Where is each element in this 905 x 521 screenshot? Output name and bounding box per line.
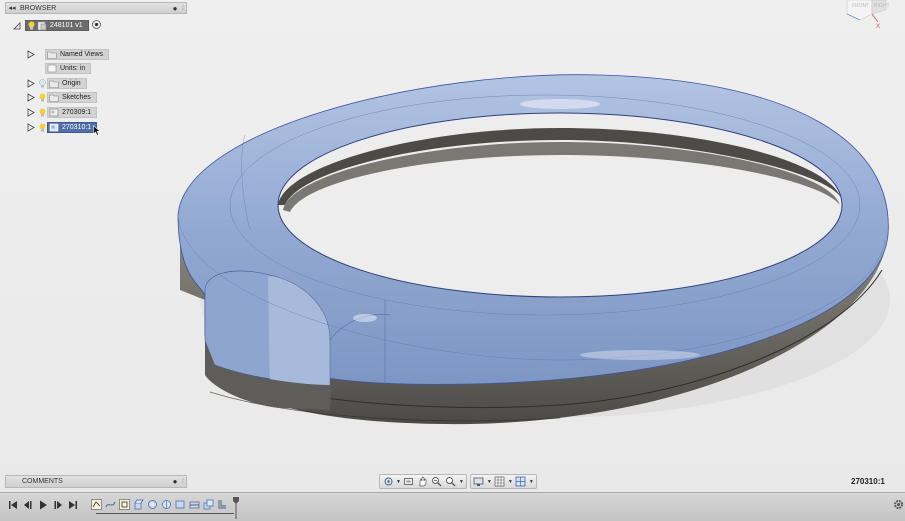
collapsed-triangle-icon[interactable]: [27, 108, 35, 118]
ring-hole: [278, 113, 842, 297]
viewcube-right-label: RIGHT: [874, 3, 890, 9]
sweep-icon[interactable]: [147, 499, 158, 510]
skip-to-end-icon[interactable]: [67, 499, 79, 511]
play-icon[interactable]: [37, 499, 49, 511]
display-dropdown-icon[interactable]: ▼: [487, 479, 492, 485]
units-label: Units: in: [60, 65, 86, 72]
named-views-chip[interactable]: Named Views: [45, 49, 110, 60]
grid-settings-icon[interactable]: [494, 476, 506, 488]
panel-options-icon[interactable]: ●: [170, 4, 180, 13]
sketches-label: Sketches: [62, 94, 91, 101]
comments-title: COMMENTS: [22, 478, 63, 485]
nav-group-view: ▼ ▼: [379, 474, 467, 489]
collapsed-triangle-icon[interactable]: [27, 123, 35, 133]
origin-chip[interactable]: Origin: [47, 78, 87, 89]
tree-item-body-270310[interactable]: 270310:1: [27, 122, 101, 136]
sketch-icon[interactable]: [119, 499, 130, 510]
folder-icon: [48, 78, 60, 89]
collapsed-triangle-icon[interactable]: [27, 50, 35, 60]
root-component-chip[interactable]: 248101 v1: [25, 20, 89, 31]
fit-point-spline-icon[interactable]: [105, 499, 116, 510]
document-icon: [46, 63, 58, 74]
tree-root[interactable]: 248101 v1: [13, 20, 102, 31]
body-270309-label: 270309:1: [62, 109, 92, 116]
collapsed-triangle-icon[interactable]: [27, 79, 35, 89]
look-at-icon[interactable]: [403, 476, 415, 488]
timeline-bar: [0, 492, 905, 521]
viewports-icon[interactable]: [515, 476, 527, 488]
orbit-icon[interactable]: [382, 476, 394, 488]
units-chip[interactable]: Units: in: [45, 63, 92, 74]
comments-header[interactable]: COMMENTS ● ⁞: [5, 475, 187, 488]
zoom-icon[interactable]: [431, 476, 443, 488]
revolve-icon[interactable]: [161, 499, 172, 510]
extrude-icon[interactable]: [133, 499, 144, 510]
ring-model[interactable]: [0, 0, 905, 492]
zoom-dropdown-icon[interactable]: ▼: [459, 479, 464, 485]
visibility-bulb-icon[interactable]: [37, 122, 47, 133]
nav-group-display: ▼ ▼ ▼: [469, 474, 537, 489]
navigation-toolbar: ▼ ▼ ▼ ▼ ▼: [379, 474, 537, 489]
selected-body-name: 270310:1: [851, 477, 885, 486]
origin-label: Origin: [62, 80, 81, 87]
expanded-triangle-icon[interactable]: [13, 21, 21, 31]
browser-title: BROWSER: [20, 4, 57, 12]
activate-radio-icon[interactable]: [91, 19, 102, 32]
tree-item-named-views[interactable]: Named Views: [27, 49, 110, 60]
pan-icon[interactable]: [417, 476, 429, 488]
component-icon: [48, 107, 60, 118]
comments-panel: COMMENTS ● ⁞: [5, 475, 187, 488]
viewcube[interactable]: FRONT RIGHT X: [842, 0, 892, 32]
orbit-dropdown-icon[interactable]: ▼: [396, 479, 401, 485]
folder-icon: [48, 92, 60, 103]
visibility-bulb-icon[interactable]: [26, 20, 36, 31]
visibility-bulb-icon[interactable]: [37, 92, 47, 103]
gear-icon[interactable]: [893, 499, 904, 512]
offset-icon[interactable]: [217, 499, 228, 510]
add-comment-icon[interactable]: ●: [170, 477, 180, 486]
browser-panel: ◂◂ BROWSER ● ⁞ 248101 v1 Named Views Uni…: [5, 2, 187, 136]
browser-header: ◂◂ BROWSER ● ⁞: [5, 2, 187, 14]
component-icon: [48, 122, 60, 133]
root-component-label: 248101 v1: [50, 22, 83, 29]
component-document-icon: [36, 20, 48, 31]
visibility-bulb-icon[interactable]: [37, 107, 47, 118]
viewports-dropdown-icon[interactable]: ▼: [529, 479, 534, 485]
body-270310-label: 270310:1: [62, 124, 92, 131]
move-icon[interactable]: [175, 499, 186, 510]
visibility-bulb-off-icon[interactable]: [37, 78, 47, 89]
fit-icon[interactable]: [445, 476, 457, 488]
viewcube-front-label: FRONT: [852, 3, 869, 9]
body-270310-chip[interactable]: 270310:1: [47, 122, 98, 133]
panel-grip-icon[interactable]: ⁞: [180, 478, 186, 485]
step-back-icon[interactable]: [22, 499, 34, 511]
collapsed-triangle-icon[interactable]: [27, 93, 35, 103]
canvas-viewport[interactable]: [0, 0, 905, 492]
step-forward-icon[interactable]: [52, 499, 64, 511]
combine-icon[interactable]: [203, 499, 214, 510]
named-views-label: Named Views: [60, 51, 104, 58]
timeline-track[interactable]: [96, 513, 234, 516]
x-axis-label: X: [876, 24, 880, 30]
split-body-icon[interactable]: [189, 499, 200, 510]
tree-item-sketches[interactable]: Sketches: [27, 92, 97, 103]
skip-to-start-icon[interactable]: [7, 499, 19, 511]
body-270309-chip[interactable]: 270309:1: [47, 107, 98, 118]
grid-dropdown-icon[interactable]: ▼: [508, 479, 513, 485]
sketch-icon[interactable]: [91, 499, 102, 510]
folder-icon: [46, 49, 58, 60]
timeline-marker[interactable]: [233, 497, 239, 521]
mouse-cursor-icon: [93, 124, 101, 138]
tree-item-body-270309[interactable]: 270309:1: [27, 107, 98, 118]
panel-grip-icon[interactable]: ⁞: [180, 5, 186, 12]
tree-item-origin[interactable]: Origin: [27, 78, 87, 89]
display-settings-icon[interactable]: [473, 476, 485, 488]
tree-item-units[interactable]: Units: in: [27, 63, 92, 74]
sketches-chip[interactable]: Sketches: [47, 92, 97, 103]
collapse-panel-icon[interactable]: ◂◂: [6, 4, 18, 12]
